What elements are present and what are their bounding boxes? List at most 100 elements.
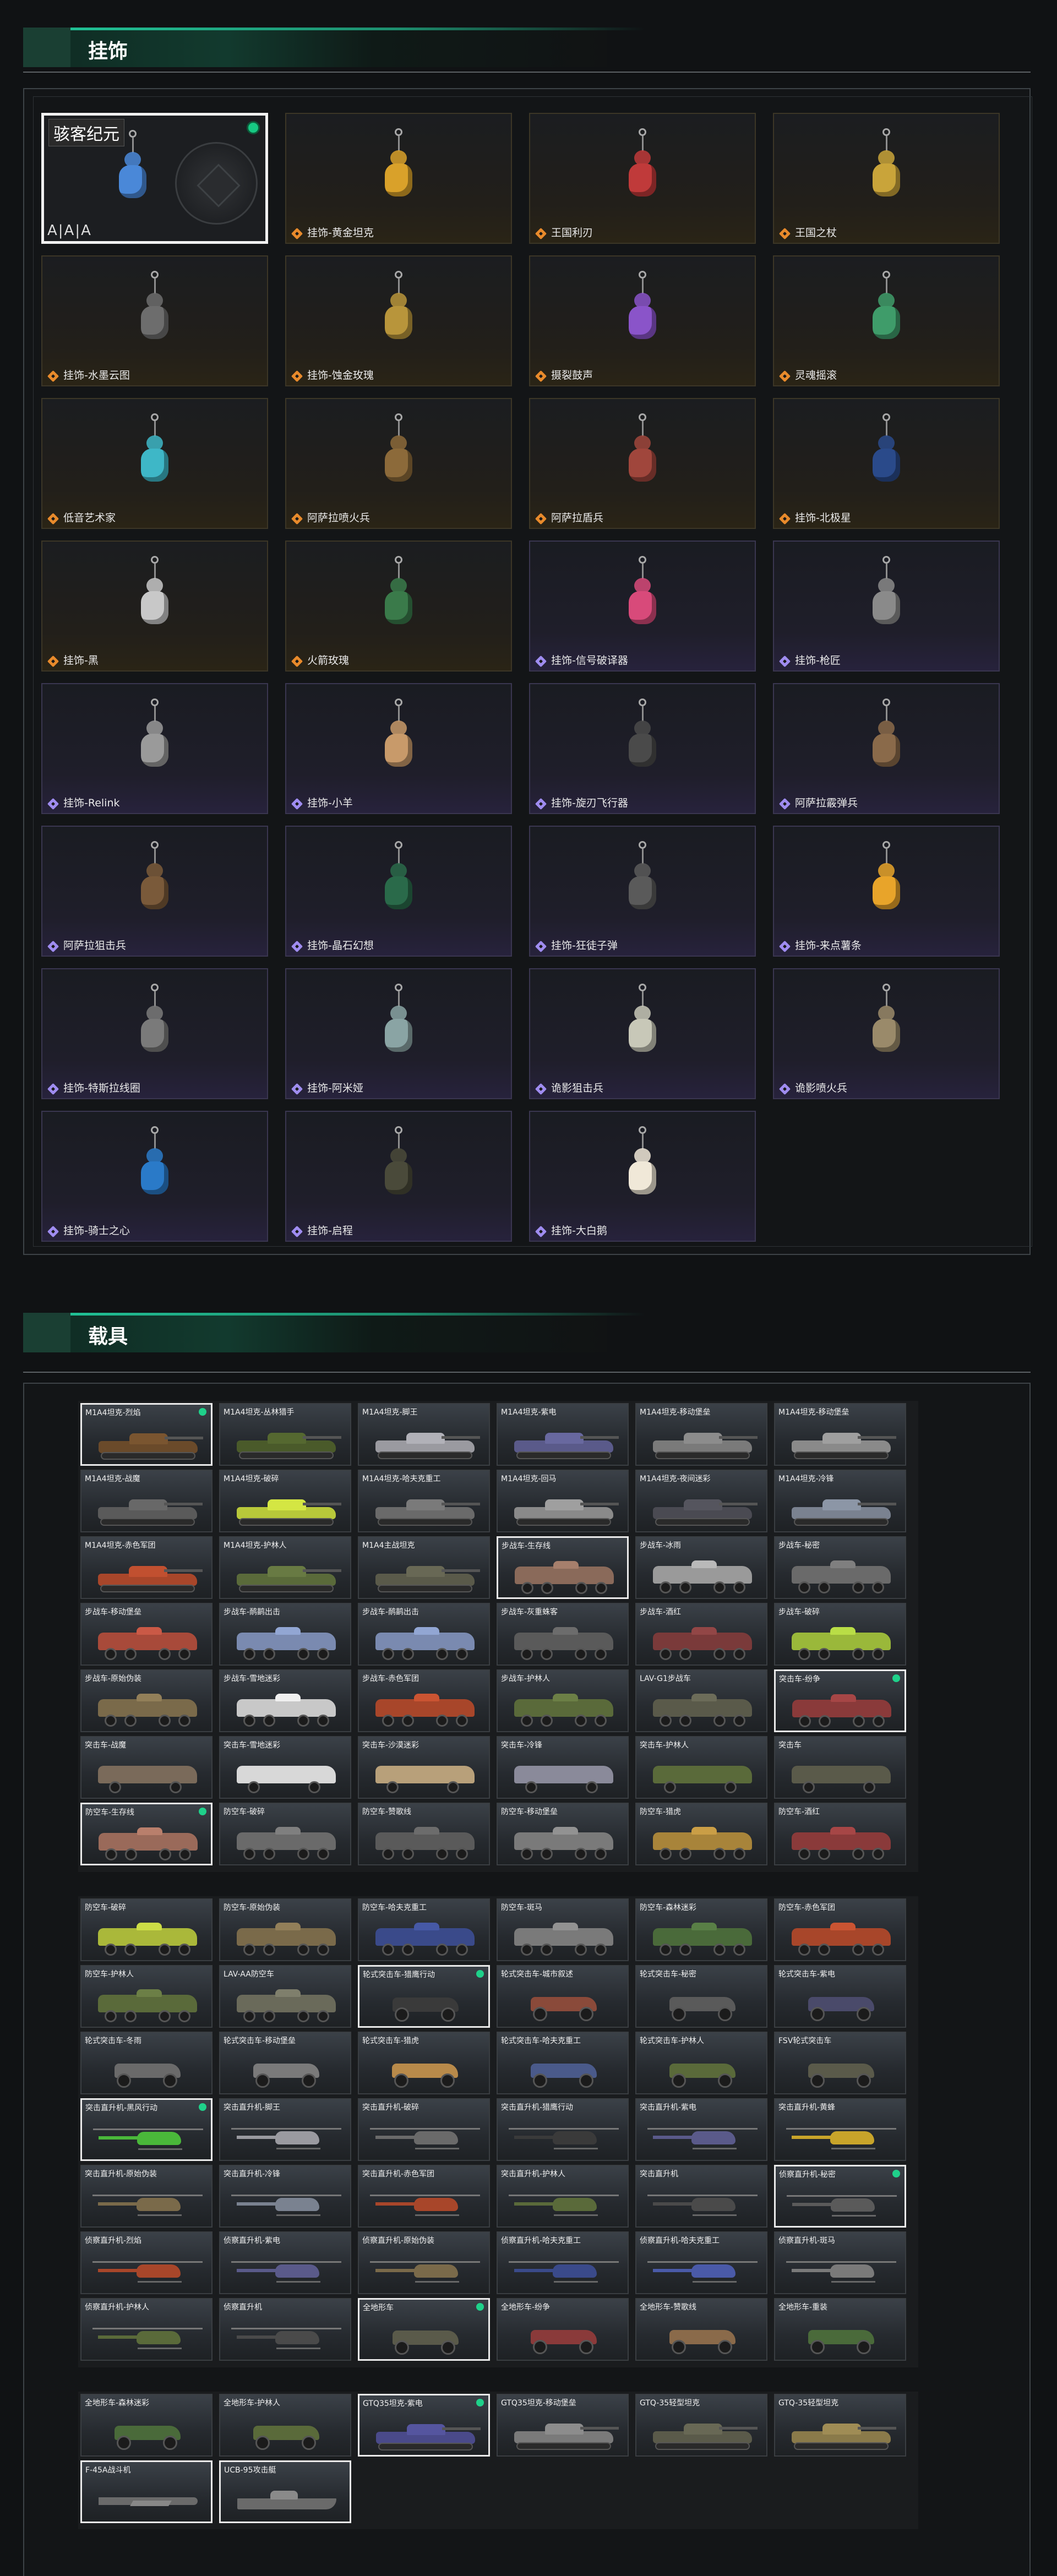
vehicle-card[interactable]: M1A4坦克-丛林猎手 (219, 1403, 351, 1466)
vehicle-card[interactable]: 轮式突击车-紫电 (774, 1965, 906, 2028)
vehicle-card[interactable]: GTQ35坦克-紫电 (358, 2394, 490, 2457)
vehicle-card[interactable]: M1A4坦克-冷锋 (774, 1470, 906, 1532)
vehicle-card[interactable]: 突击车 (774, 1736, 906, 1799)
vehicle-card[interactable]: 侦察直升机-原始伪装 (358, 2231, 490, 2294)
vehicle-card[interactable]: 全地形车 (358, 2298, 490, 2361)
vehicle-card[interactable]: 突击直升机-黄蜂 (774, 2098, 906, 2161)
vehicle-card[interactable]: 突击直升机-原始伪装 (80, 2165, 213, 2228)
vehicle-card[interactable]: 全地形车-护林人 (219, 2394, 351, 2457)
vehicle-card[interactable]: M1A4坦克-哈夫克重工 (358, 1470, 490, 1532)
vehicle-card[interactable]: 轮式突击车-护林人 (635, 2032, 767, 2094)
vehicle-card[interactable]: 突击车-冷锋 (497, 1736, 629, 1799)
vehicle-card[interactable]: 防空车-原始伪装 (219, 1898, 351, 1961)
vehicle-card[interactable]: 轮式突击车-城市叙述 (497, 1965, 629, 2028)
vehicle-card[interactable]: 突击直升机-紫电 (635, 2098, 767, 2161)
charm-card[interactable]: 挂饰-蚀金玫瑰 (285, 255, 512, 386)
vehicle-card[interactable]: 防空车-生存线 (80, 1803, 213, 1865)
vehicle-card[interactable]: 轮式突击车-秘密 (635, 1965, 767, 2028)
charm-card[interactable]: 挂饰-黑 (41, 541, 268, 672)
charm-card[interactable]: 诡影狙击兵 (529, 968, 756, 1099)
vehicle-card[interactable]: 防空车-护林人 (80, 1965, 213, 2028)
vehicle-card[interactable]: 步战车-破碎 (774, 1603, 906, 1666)
vehicle-card[interactable]: 侦察直升机-烈焰 (80, 2231, 213, 2294)
charm-card[interactable]: 阿萨拉盾兵 (529, 398, 756, 529)
vehicle-card[interactable]: 突击车-沙漠迷彩 (358, 1736, 490, 1799)
vehicle-card[interactable]: 侦察直升机-斑马 (774, 2231, 906, 2294)
vehicle-card[interactable]: M1A4坦克-战魔 (80, 1470, 213, 1532)
vehicle-card[interactable]: 步战车-赤色军团 (358, 1669, 490, 1732)
vehicle-card[interactable]: 侦察直升机-秘密 (774, 2165, 906, 2228)
charm-card[interactable]: 王国利刃 (529, 113, 756, 244)
vehicle-card[interactable]: 防空车-赤色军团 (774, 1898, 906, 1961)
vehicle-card[interactable]: 侦察直升机-哈夫克重工 (635, 2231, 767, 2294)
charm-card[interactable]: 挂饰-骑士之心 (41, 1111, 268, 1242)
charm-card[interactable]: 挂饰-启程 (285, 1111, 512, 1242)
vehicle-card[interactable]: 轮式突击车-哈夫克重工 (497, 2032, 629, 2094)
vehicle-card[interactable]: 突击车-战魔 (80, 1736, 213, 1799)
vehicle-card[interactable]: 突击直升机 (635, 2165, 767, 2228)
charm-card[interactable]: 挂饰-北极星 (773, 398, 1000, 529)
charm-card[interactable]: 骇客纪元 A|A|A (41, 113, 268, 244)
vehicle-card[interactable]: F-45A战斗机 (80, 2460, 213, 2523)
vehicle-card[interactable]: 侦察直升机-紫电 (219, 2231, 351, 2294)
vehicle-card[interactable]: GTQ-35轻型坦克 (635, 2394, 767, 2457)
vehicle-card[interactable]: 轮式突击车-猎虎 (358, 2032, 490, 2094)
vehicle-card[interactable]: 突击直升机-赤色军团 (358, 2165, 490, 2228)
charm-card[interactable]: 挂饰-来点薯条 (773, 826, 1000, 957)
vehicle-card[interactable]: M1A4坦克-夜间迷彩 (635, 1470, 767, 1532)
vehicle-card[interactable]: M1A4坦克-护林人 (219, 1536, 351, 1599)
vehicle-card[interactable]: M1A4坦克-破碎 (219, 1470, 351, 1532)
charm-card[interactable]: 挂饰-黄金坦克 (285, 113, 512, 244)
vehicle-card[interactable]: M1A4坦克-脚王 (358, 1403, 490, 1466)
vehicle-card[interactable]: 全地形车-纷争 (497, 2298, 629, 2361)
vehicle-card[interactable]: 突击直升机-黑风行动 (80, 2098, 213, 2161)
vehicle-card[interactable]: 步战车-鸸鹋出击 (358, 1603, 490, 1666)
vehicle-card[interactable]: M1A4坦克-紫电 (497, 1403, 629, 1466)
charm-card[interactable]: 挂饰-水墨云图 (41, 255, 268, 386)
charm-card[interactable]: 王国之杖 (773, 113, 1000, 244)
charm-card[interactable]: 阿萨拉霰弹兵 (773, 683, 1000, 814)
charm-card[interactable]: 挂饰-小羊 (285, 683, 512, 814)
charm-card[interactable]: 挂饰-旋刃飞行器 (529, 683, 756, 814)
vehicle-card[interactable]: UCB-95攻击艇 (219, 2460, 351, 2523)
charm-card[interactable]: 灵魂摇滚 (773, 255, 1000, 386)
vehicle-card[interactable]: 侦察直升机-护林人 (80, 2298, 213, 2361)
vehicle-card[interactable]: 突击直升机-冷锋 (219, 2165, 351, 2228)
vehicle-card[interactable]: 突击车-纷争 (774, 1669, 906, 1732)
vehicle-card[interactable]: 全地形车-重装 (774, 2298, 906, 2361)
vehicle-card[interactable]: 防空车-破碎 (219, 1803, 351, 1865)
charm-card[interactable]: 挂饰-大白鹅 (529, 1111, 756, 1242)
vehicle-card[interactable]: M1A4坦克-赤色军团 (80, 1536, 213, 1599)
vehicle-card[interactable]: 步战车-冰雨 (635, 1536, 767, 1599)
vehicle-card[interactable]: 步战车-生存线 (497, 1536, 629, 1599)
vehicle-card[interactable]: M1A4坦克-回马 (497, 1470, 629, 1532)
vehicle-card[interactable]: 全地形车-赞歌线 (635, 2298, 767, 2361)
charm-card[interactable]: 阿萨拉喷火兵 (285, 398, 512, 529)
vehicle-card[interactable]: LAV-AA防空车 (219, 1965, 351, 2028)
vehicle-card[interactable]: 突击直升机-破碎 (358, 2098, 490, 2161)
charm-card[interactable]: 挂饰-Relink (41, 683, 268, 814)
vehicle-card[interactable]: M1A4坦克-烈焰 (80, 1403, 213, 1466)
charm-card[interactable]: 摄裂鼓声 (529, 255, 756, 386)
vehicle-card[interactable]: 防空车-移动堡垒 (497, 1803, 629, 1865)
vehicle-card[interactable]: M1A4主战坦克 (358, 1536, 490, 1599)
vehicle-card[interactable]: FSV轮式突击车 (774, 2032, 906, 2094)
charm-card[interactable]: 挂饰-狂徒子弹 (529, 826, 756, 957)
vehicle-card[interactable]: 全地形车-森林迷彩 (80, 2394, 213, 2457)
charm-card[interactable]: 挂饰-信号破译器 (529, 541, 756, 672)
vehicle-card[interactable]: 防空车-哈夫克重工 (358, 1898, 490, 1961)
vehicle-card[interactable]: 防空车-赞歌线 (358, 1803, 490, 1865)
vehicle-card[interactable]: 突击直升机-猎鹰行动 (497, 2098, 629, 2161)
charm-card[interactable]: 诡影喷火兵 (773, 968, 1000, 1099)
vehicle-card[interactable]: 轮式突击车-冬雨 (80, 2032, 213, 2094)
vehicle-card[interactable]: 防空车-斑马 (497, 1898, 629, 1961)
vehicle-card[interactable]: 突击车-护林人 (635, 1736, 767, 1799)
vehicle-card[interactable]: 突击直升机-护林人 (497, 2165, 629, 2228)
vehicle-card[interactable]: GTQ35坦克-移动堡垒 (497, 2394, 629, 2457)
charm-card[interactable]: 挂饰-阿米娅 (285, 968, 512, 1099)
vehicle-card[interactable]: 步战车-鸸鹋出击 (219, 1603, 351, 1666)
vehicle-card[interactable]: 防空车-猎虎 (635, 1803, 767, 1865)
vehicle-card[interactable]: 步战车-酒红 (635, 1603, 767, 1666)
charm-card[interactable]: 挂饰-枪匠 (773, 541, 1000, 672)
vehicle-card[interactable]: 步战车-原始伪装 (80, 1669, 213, 1732)
